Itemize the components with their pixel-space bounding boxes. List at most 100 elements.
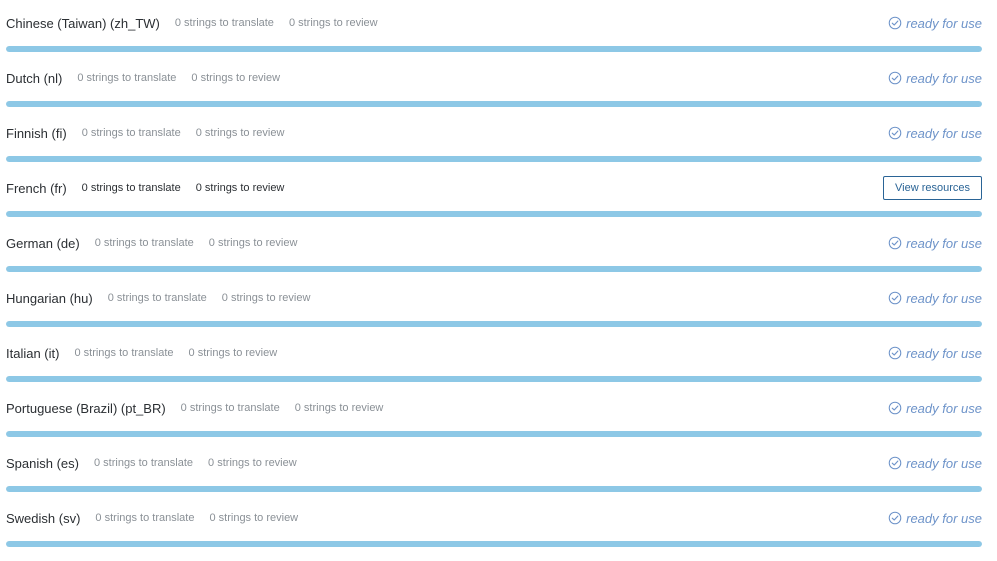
language-row[interactable]: Swedish (sv) 0 strings to translate 0 st… <box>0 495 997 550</box>
language-name: Italian (it) <box>6 345 60 361</box>
row-status-area: ready for use <box>888 456 982 471</box>
language-row[interactable]: Dutch (nl) 0 strings to translate 0 stri… <box>0 55 997 110</box>
row-status-area: ready for use <box>888 511 982 526</box>
language-name: Swedish (sv) <box>6 510 81 526</box>
language-name: German (de) <box>6 235 80 251</box>
language-name: French (fr) <box>6 180 67 196</box>
ready-status-label: ready for use <box>906 125 982 141</box>
progress-bar-fill <box>6 156 982 162</box>
check-circle-icon <box>888 401 902 415</box>
ready-status: ready for use <box>888 346 982 361</box>
progress-bar <box>6 46 982 52</box>
language-name: Finnish (fi) <box>6 125 67 141</box>
strings-to-translate: 0 strings to translate <box>95 512 195 524</box>
progress-bar <box>6 211 982 217</box>
row-status-area: ready for use <box>888 71 982 86</box>
strings-to-review: 0 strings to review <box>288 17 378 29</box>
ready-status: ready for use <box>888 16 982 31</box>
strings-to-translate: 0 strings to translate <box>180 402 280 414</box>
language-row[interactable]: Spanish (es) 0 strings to translate 0 st… <box>0 440 997 495</box>
language-row[interactable]: French (fr) 0 strings to translate 0 str… <box>0 165 997 220</box>
progress-bar-fill <box>6 101 982 107</box>
ready-status-label: ready for use <box>906 235 982 251</box>
ready-status: ready for use <box>888 456 982 471</box>
language-row[interactable]: Italian (it) 0 strings to translate 0 st… <box>0 330 997 385</box>
ready-status: ready for use <box>888 71 982 86</box>
strings-to-review: 0 strings to review <box>191 72 281 84</box>
strings-to-review: 0 strings to review <box>221 292 311 304</box>
progress-bar <box>6 541 982 547</box>
language-row-header: French (fr) 0 strings to translate 0 str… <box>6 176 982 200</box>
progress-bar-fill <box>6 486 982 492</box>
language-name: Hungarian (hu) <box>6 290 93 306</box>
ready-status-label: ready for use <box>906 15 982 31</box>
row-status-area: ready for use <box>888 401 982 416</box>
language-name: Spanish (es) <box>6 455 79 471</box>
check-circle-icon <box>888 236 902 250</box>
language-row-header: Chinese (Taiwan) (zh_TW) 0 strings to tr… <box>6 14 982 32</box>
progress-bar-fill <box>6 46 982 52</box>
strings-to-review: 0 strings to review <box>209 512 299 524</box>
check-circle-icon <box>888 456 902 470</box>
strings-to-review: 0 strings to review <box>294 402 384 414</box>
strings-to-translate: 0 strings to translate <box>81 127 181 139</box>
strings-to-review: 0 strings to review <box>195 127 285 139</box>
ready-status-label: ready for use <box>906 510 982 526</box>
row-status-area: ready for use <box>888 16 982 31</box>
check-circle-icon <box>888 16 902 30</box>
language-row-header: Portuguese (Brazil) (pt_BR) 0 strings to… <box>6 399 982 417</box>
view-resources-button[interactable]: View resources <box>883 176 982 200</box>
strings-to-translate: 0 strings to translate <box>94 237 194 249</box>
language-row[interactable]: Hungarian (hu) 0 strings to translate 0 … <box>0 275 997 330</box>
progress-bar-fill <box>6 541 982 547</box>
language-row-header: Finnish (fi) 0 strings to translate 0 st… <box>6 124 982 142</box>
progress-bar <box>6 266 982 272</box>
strings-to-translate: 0 strings to translate <box>107 292 207 304</box>
language-name: Chinese (Taiwan) (zh_TW) <box>6 15 160 31</box>
language-row-header: Swedish (sv) 0 strings to translate 0 st… <box>6 509 982 527</box>
check-circle-icon <box>888 346 902 360</box>
ready-status: ready for use <box>888 401 982 416</box>
language-row[interactable]: German (de) 0 strings to translate 0 str… <box>0 220 997 275</box>
ready-status-label: ready for use <box>906 400 982 416</box>
language-row[interactable]: Finnish (fi) 0 strings to translate 0 st… <box>0 110 997 165</box>
strings-to-translate: 0 strings to translate <box>74 347 174 359</box>
progress-bar <box>6 321 982 327</box>
ready-status-label: ready for use <box>906 290 982 306</box>
language-row-header: Italian (it) 0 strings to translate 0 st… <box>6 344 982 362</box>
ready-status: ready for use <box>888 511 982 526</box>
progress-bar <box>6 156 982 162</box>
language-row[interactable]: Portuguese (Brazil) (pt_BR) 0 strings to… <box>0 385 997 440</box>
progress-bar <box>6 376 982 382</box>
check-circle-icon <box>888 291 902 305</box>
ready-status-label: ready for use <box>906 70 982 86</box>
progress-bar <box>6 431 982 437</box>
strings-to-translate: 0 strings to translate <box>81 182 181 194</box>
language-row-header: German (de) 0 strings to translate 0 str… <box>6 234 982 252</box>
ready-status-label: ready for use <box>906 345 982 361</box>
check-circle-icon <box>888 126 902 140</box>
language-row-header: Dutch (nl) 0 strings to translate 0 stri… <box>6 69 982 87</box>
progress-bar-fill <box>6 321 982 327</box>
strings-to-review: 0 strings to review <box>188 347 278 359</box>
progress-bar <box>6 486 982 492</box>
language-row[interactable]: Chinese (Taiwan) (zh_TW) 0 strings to tr… <box>0 0 997 55</box>
language-name: Dutch (nl) <box>6 70 63 86</box>
ready-status: ready for use <box>888 236 982 251</box>
strings-to-translate: 0 strings to translate <box>77 72 177 84</box>
language-name: Portuguese (Brazil) (pt_BR) <box>6 400 166 416</box>
ready-status: ready for use <box>888 126 982 141</box>
progress-bar-fill <box>6 376 982 382</box>
progress-bar <box>6 101 982 107</box>
strings-to-review: 0 strings to review <box>208 457 297 469</box>
row-status-area: ready for use <box>888 126 982 141</box>
progress-bar-fill <box>6 211 982 217</box>
language-list: Chinese (Taiwan) (zh_TW) 0 strings to tr… <box>0 0 997 550</box>
row-status-area: ready for use <box>888 236 982 251</box>
progress-bar-fill <box>6 431 982 437</box>
row-status-area: View resources <box>883 176 982 200</box>
strings-to-review: 0 strings to review <box>195 182 285 194</box>
check-circle-icon <box>888 511 902 525</box>
row-status-area: ready for use <box>888 291 982 306</box>
row-status-area: ready for use <box>888 346 982 361</box>
